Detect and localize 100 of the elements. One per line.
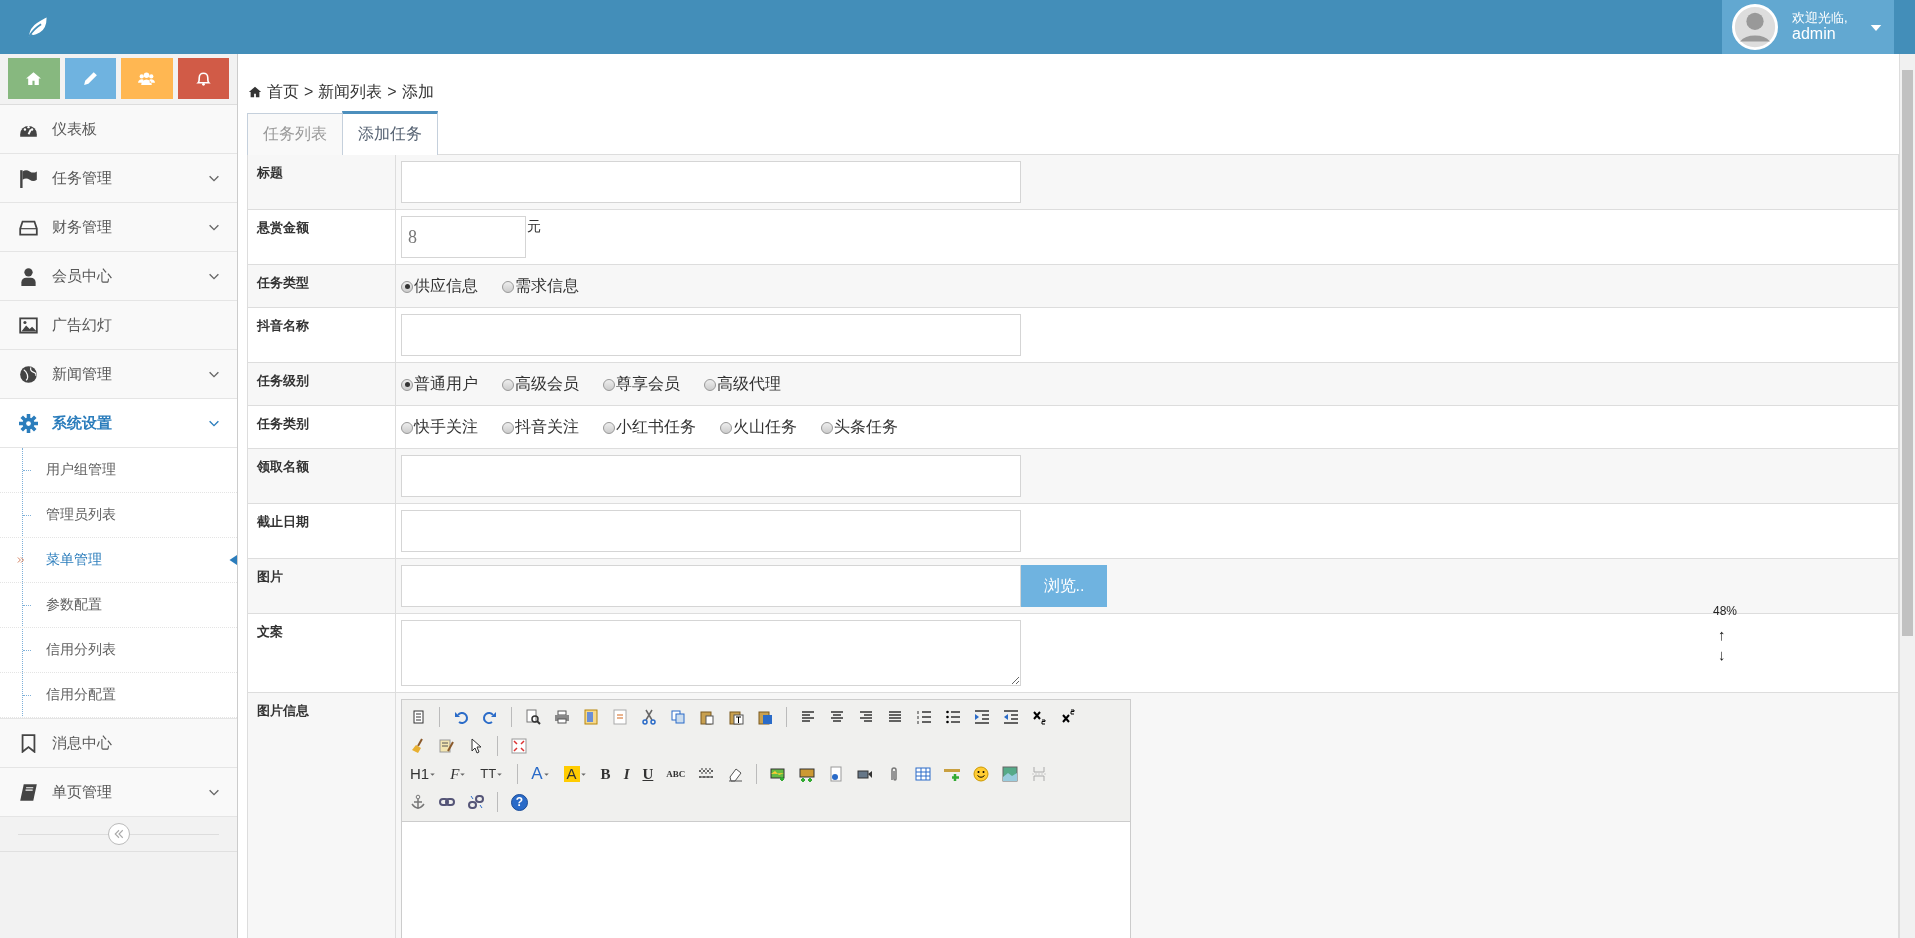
radio-button[interactable] <box>401 421 413 434</box>
radio-option[interactable]: 头条任务 <box>821 417 898 438</box>
undo-icon[interactable] <box>453 709 469 725</box>
file-field[interactable] <box>401 565 1021 607</box>
table-icon[interactable] <box>915 766 932 782</box>
bold-button[interactable]: B <box>600 766 611 782</box>
picture-icon[interactable] <box>1002 766 1019 782</box>
italic-button[interactable]: I <box>623 766 630 782</box>
menu-item[interactable]: 新闻管理 <box>0 350 237 399</box>
breadcrumb-link[interactable]: 首页 <box>267 81 299 103</box>
shortcut-button[interactable] <box>177 58 229 99</box>
highlight-button[interactable]: A <box>563 766 580 782</box>
outdent-icon[interactable] <box>1003 709 1019 725</box>
breadcrumb-link[interactable]: 新闻列表 <box>318 81 383 103</box>
align-justify-icon[interactable] <box>887 709 903 725</box>
image-insert-icon[interactable] <box>770 766 787 782</box>
radio-option[interactable]: 高级代理 <box>704 374 781 395</box>
unit-label: 元 <box>527 217 541 236</box>
radio-option[interactable]: 高级会员 <box>502 374 579 395</box>
copy-icon[interactable] <box>670 709 686 725</box>
radio-button[interactable] <box>502 378 514 391</box>
font-family-button[interactable]: F <box>450 766 460 782</box>
radio-option[interactable]: 快手关注 <box>401 417 478 438</box>
strikethrough-button[interactable]: ABC <box>666 766 686 782</box>
text-field[interactable] <box>401 161 1021 203</box>
radio-button[interactable] <box>720 421 732 434</box>
broken-link-icon[interactable] <box>468 794 484 810</box>
menu-item[interactable]: 单页管理 <box>0 768 237 817</box>
shortcut-button[interactable] <box>8 58 60 99</box>
heading-button[interactable]: H1 <box>410 766 430 782</box>
font-size-button[interactable]: TT <box>480 766 497 782</box>
scissors-icon[interactable] <box>641 709 657 725</box>
shortcut-button[interactable] <box>64 58 116 99</box>
align-left-icon[interactable] <box>800 709 816 725</box>
clipboard-icon[interactable] <box>699 709 715 725</box>
text-field[interactable] <box>401 455 1021 497</box>
align-right-icon[interactable] <box>858 709 874 725</box>
images-insert-icon[interactable] <box>799 766 816 782</box>
radio-button[interactable] <box>401 378 413 391</box>
format-painter-icon[interactable] <box>439 738 455 754</box>
menu-item[interactable]: 仪表板 <box>0 105 237 154</box>
radio-option[interactable]: 小红书任务 <box>603 417 696 438</box>
radio-button[interactable] <box>603 378 615 391</box>
submenu-item[interactable]: 信用分配置 <box>0 673 237 718</box>
anchor-icon[interactable] <box>410 794 426 810</box>
radio-option[interactable]: 抖音关注 <box>502 417 579 438</box>
flash-document-icon[interactable] <box>828 766 845 782</box>
text-field[interactable] <box>401 510 1021 552</box>
menu-item[interactable]: 消息中心 <box>0 719 237 768</box>
text-field[interactable] <box>401 314 1021 356</box>
code-icon[interactable] <box>612 709 628 725</box>
align-center-icon[interactable] <box>829 709 845 725</box>
amount-field[interactable]: 8 <box>401 216 526 258</box>
template-icon[interactable] <box>583 709 599 725</box>
radio-option[interactable]: 尊享会员 <box>603 374 680 395</box>
cursor-icon[interactable] <box>468 738 484 754</box>
document-icon[interactable] <box>410 709 426 725</box>
numbered-list-icon[interactable] <box>916 709 932 725</box>
submenu-item[interactable]: 参数配置 <box>0 583 237 628</box>
printer-icon[interactable] <box>554 709 570 725</box>
help-button[interactable]: ? <box>511 793 528 811</box>
radio-option[interactable]: 普通用户 <box>401 374 478 395</box>
superscript-icon[interactable] <box>1061 709 1077 725</box>
collapse-button[interactable] <box>107 823 130 845</box>
broom-icon[interactable] <box>410 738 426 754</box>
redo-icon[interactable] <box>482 709 498 725</box>
bullet-list-icon[interactable] <box>945 709 961 725</box>
radio-button[interactable] <box>603 421 615 434</box>
down-arrow[interactable]: ↓ <box>1718 645 1726 665</box>
clipboard-icon[interactable] <box>757 709 773 725</box>
submenu-item[interactable]: 用户组管理 <box>0 448 237 493</box>
radio-button[interactable] <box>821 421 833 434</box>
radio-button[interactable] <box>502 280 514 293</box>
scrollbar[interactable] <box>1899 54 1915 938</box>
radio-button[interactable] <box>502 421 514 434</box>
menu-item[interactable]: 任务管理 <box>0 154 237 203</box>
preview-icon[interactable] <box>525 709 541 725</box>
smiley-icon[interactable] <box>973 766 990 782</box>
insert-row-icon[interactable] <box>944 766 961 782</box>
underline-button[interactable]: U <box>642 766 654 782</box>
submenu-item[interactable]: 信用分列表 <box>0 628 237 673</box>
radio-option[interactable]: 需求信息 <box>502 276 579 297</box>
subscript-icon[interactable] <box>1032 709 1048 725</box>
radio-button[interactable] <box>704 378 716 391</box>
radio-option[interactable]: 供应信息 <box>401 276 478 297</box>
menu-item[interactable]: 会员中心 <box>0 252 237 301</box>
submenu-item[interactable]: 菜单管理 <box>0 538 237 583</box>
up-arrow[interactable]: ↑ <box>1718 625 1726 645</box>
clipboard-icon[interactable] <box>728 709 744 725</box>
radio-button[interactable] <box>401 280 413 293</box>
submenu-item[interactable]: 管理员列表 <box>0 493 237 538</box>
eraser-icon[interactable] <box>727 766 744 782</box>
menu-item[interactable]: 广告幻灯 <box>0 301 237 350</box>
menu-item[interactable]: 财务管理 <box>0 203 237 252</box>
radio-option[interactable]: 火山任务 <box>720 417 797 438</box>
fullscreen-icon[interactable] <box>511 738 527 754</box>
menu-item[interactable]: 系统设置 <box>0 399 237 448</box>
font-color-button[interactable]: A <box>531 766 543 782</box>
indent-icon[interactable] <box>974 709 990 725</box>
tab[interactable]: 添加任务 <box>342 111 438 155</box>
